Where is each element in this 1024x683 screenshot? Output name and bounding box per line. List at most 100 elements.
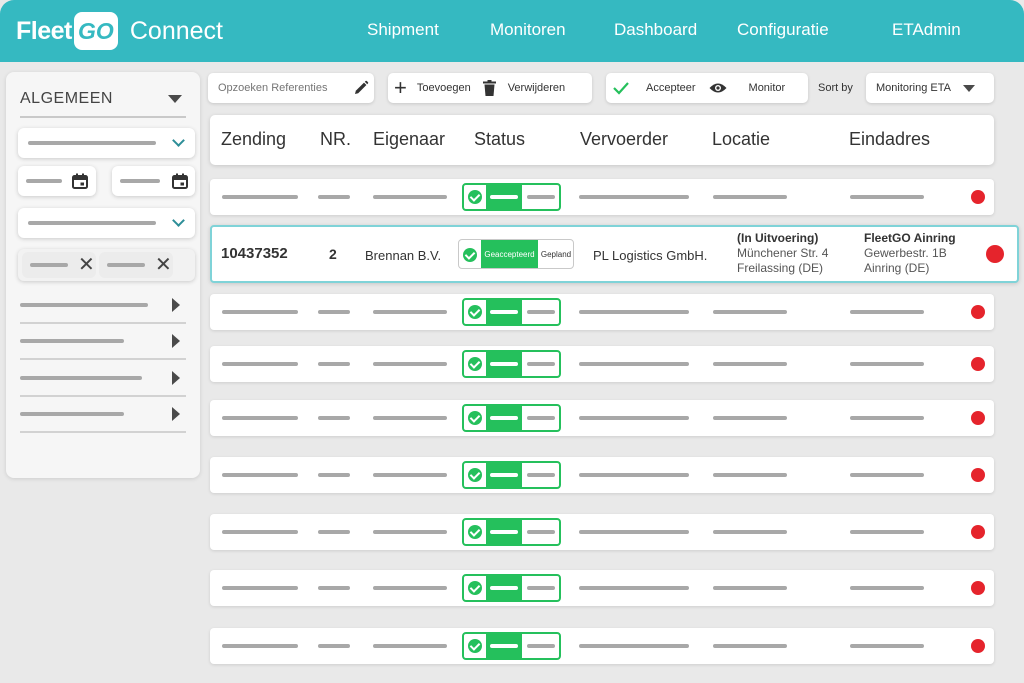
placeholder-bar	[579, 473, 689, 477]
placeholder-bar	[373, 644, 447, 648]
top-navigation-bar: Fleet GO Connect Shipment Monitoren Dash…	[0, 0, 1024, 62]
sidebar-tree-item-3[interactable]	[20, 361, 186, 397]
table-header: Zending NR. Eigenaar Status Vervoerder L…	[210, 115, 994, 165]
status-indicator	[462, 298, 561, 326]
nav-shipment[interactable]: Shipment	[367, 20, 439, 40]
placeholder-bar	[318, 362, 350, 366]
status-indicator: Geaccepteerd Gepland	[458, 239, 574, 269]
table-row[interactable]	[210, 400, 994, 436]
logo-fleet-text: Fleet	[16, 16, 72, 45]
sort-by-label: Sort by	[818, 82, 853, 94]
alert-status-dot	[971, 411, 985, 425]
table-row[interactable]	[210, 514, 994, 550]
table-row[interactable]	[210, 628, 994, 664]
add-button[interactable]: + Toevoegen	[394, 73, 471, 103]
sort-dropdown[interactable]: Monitoring ETA	[866, 73, 994, 103]
caret-right-icon	[172, 407, 180, 421]
placeholder-bar	[318, 644, 350, 648]
placeholder-bar	[579, 195, 689, 199]
placeholder-bar	[373, 310, 447, 314]
check-circle-icon	[468, 581, 482, 595]
placeholder-bar	[579, 644, 689, 648]
nav-monitoren[interactable]: Monitoren	[490, 20, 566, 40]
check-circle-icon	[468, 411, 482, 425]
search-box	[208, 73, 374, 103]
monitor-button[interactable]: Monitor	[709, 73, 786, 103]
delete-button-label: Verwijderen	[507, 82, 566, 94]
caret-down-icon	[963, 84, 975, 92]
status-indicator	[462, 461, 561, 489]
placeholder-bar	[373, 530, 447, 534]
cell-locatie-city: Freilassing (DE)	[737, 261, 824, 275]
date-from-field[interactable]	[18, 166, 96, 196]
table-row[interactable]	[210, 294, 994, 330]
delete-button[interactable]: Verwijderen	[482, 73, 566, 103]
filter-dropdown-2[interactable]	[18, 208, 195, 238]
accept-button[interactable]: Accepteer	[613, 73, 696, 103]
placeholder-bar	[713, 644, 787, 648]
placeholder-bar	[850, 473, 924, 477]
close-icon[interactable]: ✕	[78, 255, 95, 275]
logo-connect-text: Connect	[129, 16, 223, 45]
eye-icon	[709, 83, 727, 93]
column-header-vervoerder[interactable]: Vervoerder	[580, 129, 668, 150]
nav-etadmin[interactable]: ETAdmin	[892, 20, 961, 40]
check-circle-icon	[468, 525, 482, 539]
placeholder-bar	[579, 530, 689, 534]
column-header-status[interactable]: Status	[474, 129, 525, 150]
placeholder-bar	[26, 179, 62, 183]
pencil-icon[interactable]	[353, 80, 369, 96]
chevron-down-icon	[172, 134, 185, 147]
alert-status-dot	[986, 245, 1004, 263]
placeholder-bar	[850, 195, 924, 199]
alert-status-dot	[971, 639, 985, 653]
fleetgo-logo[interactable]: Fleet GO Connect	[16, 11, 223, 51]
table-row[interactable]	[210, 457, 994, 493]
table-row-selected[interactable]: 10437352 2 Brennan B.V. Geaccepteerd Gep…	[210, 225, 1019, 283]
close-icon[interactable]: ✕	[155, 255, 172, 275]
column-header-nr[interactable]: NR.	[320, 129, 351, 150]
cell-zending: 10437352	[221, 245, 288, 262]
cell-eindadres-city: Ainring (DE)	[864, 261, 930, 275]
alert-status-dot	[971, 190, 985, 204]
date-to-field[interactable]	[112, 166, 195, 196]
table-row[interactable]	[210, 570, 994, 606]
placeholder-bar	[120, 179, 160, 183]
placeholder-bar	[222, 586, 298, 590]
calendar-icon	[172, 173, 188, 189]
placeholder-bar	[222, 530, 298, 534]
column-header-eindadres[interactable]: Eindadres	[849, 129, 930, 150]
filter-sidebar: ALGEMEEN ✕ ✕	[6, 72, 200, 478]
sidebar-section-algemeen[interactable]: ALGEMEEN	[20, 82, 186, 118]
nav-dashboard[interactable]: Dashboard	[614, 20, 697, 40]
check-circle-icon	[468, 468, 482, 482]
sidebar-tree-item-1[interactable]	[20, 288, 186, 324]
caret-right-icon	[172, 371, 180, 385]
table-row[interactable]	[210, 179, 994, 215]
status-indicator	[462, 518, 561, 546]
monitor-button-label: Monitor	[748, 82, 786, 94]
alert-status-dot	[971, 357, 985, 371]
status-accepted-label: Geaccepteerd	[481, 240, 538, 268]
column-header-locatie[interactable]: Locatie	[712, 129, 770, 150]
search-input[interactable]	[218, 82, 353, 94]
filter-chip-1[interactable]: ✕	[22, 252, 96, 278]
placeholder-bar	[579, 416, 689, 420]
placeholder-bar	[373, 195, 447, 199]
column-header-eigenaar[interactable]: Eigenaar	[373, 129, 445, 150]
cell-eindadres-name: FleetGO Ainring	[864, 231, 956, 245]
table-row[interactable]	[210, 346, 994, 382]
placeholder-bar	[20, 412, 124, 416]
filter-dropdown-1[interactable]	[18, 128, 195, 158]
sidebar-tree-item-4[interactable]	[20, 397, 186, 433]
nav-configuratie[interactable]: Configuratie	[737, 20, 829, 40]
sidebar-tree-item-2[interactable]	[20, 324, 186, 360]
placeholder-bar	[579, 586, 689, 590]
filter-chip-2[interactable]: ✕	[99, 252, 173, 278]
accept-button-label: Accepteer	[646, 82, 696, 94]
plus-icon: +	[394, 75, 407, 100]
calendar-icon	[72, 173, 88, 189]
check-circle-icon	[468, 357, 482, 371]
status-indicator	[462, 350, 561, 378]
column-header-zending[interactable]: Zending	[221, 129, 286, 150]
